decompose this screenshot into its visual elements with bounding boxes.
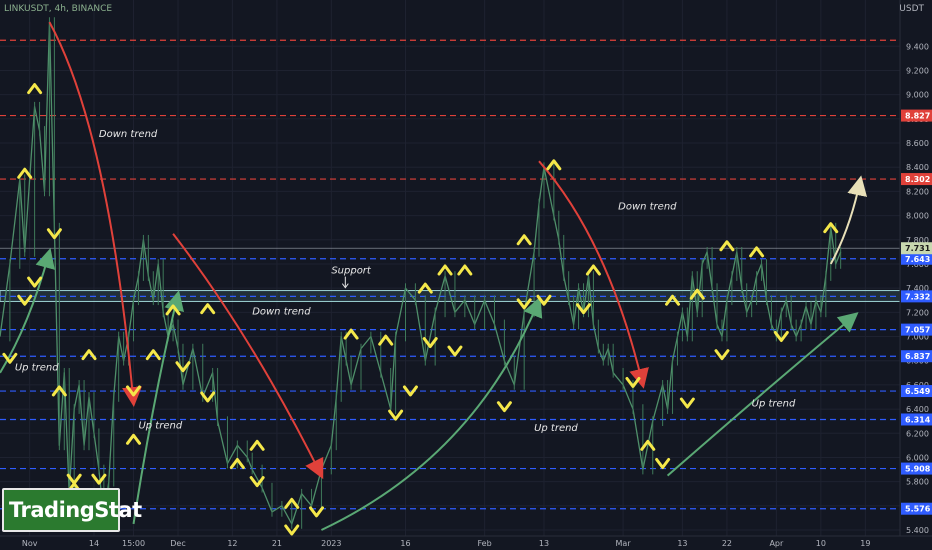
level-price-tag: 7.643 <box>905 255 930 264</box>
time-tick-label: 13 <box>539 539 549 548</box>
swing-high-marker <box>378 334 394 346</box>
swing-low-marker <box>655 457 671 469</box>
currency-label: USDT <box>899 4 924 14</box>
logo-text: TradingStat <box>9 498 142 522</box>
time-tick-label: 2023 <box>321 539 341 548</box>
price-tick-label: 9.400 <box>906 42 929 51</box>
current-price-tag: 7.731 <box>905 244 931 253</box>
price-tick-label: 6.400 <box>906 405 929 414</box>
annotation-text: Up trend <box>534 423 578 434</box>
time-tick-label: 21 <box>272 539 282 548</box>
price-series <box>0 17 842 529</box>
annotation-text: Up trend <box>752 399 796 410</box>
price-tick-label: 5.800 <box>906 478 929 487</box>
price-tick-label: 9.200 <box>906 66 929 75</box>
level-price-tag: 5.908 <box>905 465 931 474</box>
grid-lines <box>0 0 900 536</box>
time-tick-label: Mar <box>616 539 632 548</box>
time-tick-label: 13 <box>677 539 687 548</box>
time-tick-label: Apr <box>769 539 784 548</box>
level-price-tag: 6.837 <box>905 352 930 361</box>
price-chart[interactable]: Down trend Support Down trend Up trend Up tr… <box>0 0 932 550</box>
swing-high-marker <box>457 264 473 276</box>
time-axis: Nov 14 15:00 Dec 12 21 2023 16 Feb 13 Mar 13 22 Apr 10… <box>0 535 932 550</box>
price-tick-label: 8.000 <box>906 212 929 221</box>
symbol-title: LINKUSDT, 4h, BINANCE <box>4 4 113 14</box>
annotation-text: Up trend <box>15 362 59 373</box>
swing-low-marker <box>200 391 216 403</box>
time-tick-label: 16 <box>400 539 410 548</box>
time-tick-label: 15:00 <box>122 539 145 548</box>
time-tick-label: 10 <box>816 539 826 548</box>
price-line <box>0 21 842 525</box>
time-tick-label: 19 <box>860 539 870 548</box>
level-price-tag: 6.314 <box>905 415 931 424</box>
time-tick-label: Dec <box>170 539 185 548</box>
price-tick-label: 6.200 <box>906 429 929 438</box>
annotation-text: Down trend <box>99 129 158 140</box>
level-price-tag: 5.576 <box>905 505 931 514</box>
price-tick-label: 8.600 <box>906 139 929 148</box>
swing-high-marker <box>81 349 97 361</box>
tradingstat-logo: TradingStat <box>2 488 142 532</box>
time-tick-label: 22 <box>722 539 732 548</box>
swing-low-marker <box>308 506 324 518</box>
swing-low-marker <box>447 345 463 357</box>
price-tick-label: 8.400 <box>906 163 929 172</box>
annotation-text: Up trend <box>138 420 182 431</box>
swing-high-marker <box>27 83 43 95</box>
price-tick-label: 8.200 <box>906 187 929 196</box>
time-tick-label: 14 <box>89 539 99 548</box>
level-price-tag: 8.302 <box>905 175 930 184</box>
time-tick-label: Nov <box>22 539 38 548</box>
price-tick-label: 5.400 <box>906 526 929 535</box>
swing-high-marker <box>145 349 161 361</box>
annotation-text: Down trend <box>252 307 311 318</box>
swing-high-marker <box>200 303 216 315</box>
price-axis: 9.4009.2009.0008.8008.6008.4008.2008.000… <box>899 0 932 550</box>
time-tick-label: 12 <box>227 539 237 548</box>
level-price-tag: 6.549 <box>905 387 931 396</box>
trend-arrow-6 <box>666 312 859 477</box>
trend-arrow-1 <box>172 233 324 480</box>
swing-high-marker <box>749 246 765 258</box>
price-tick-label: 7.200 <box>906 308 929 317</box>
swing-low-marker <box>714 349 730 361</box>
swing-high-marker <box>249 439 265 451</box>
trend-arrow-2 <box>538 160 649 389</box>
level-price-tag: 8.827 <box>905 112 930 121</box>
price-tick-label: 6.000 <box>906 453 929 462</box>
annotation-text: Support <box>331 266 372 277</box>
swing-low-marker <box>679 397 695 409</box>
price-tick-label: 9.000 <box>906 91 929 100</box>
level-price-tag: 7.332 <box>905 292 930 301</box>
level-price-tag: 7.057 <box>905 326 930 335</box>
annotation-text: Down trend <box>618 202 677 213</box>
time-tick-label: Feb <box>478 539 492 548</box>
